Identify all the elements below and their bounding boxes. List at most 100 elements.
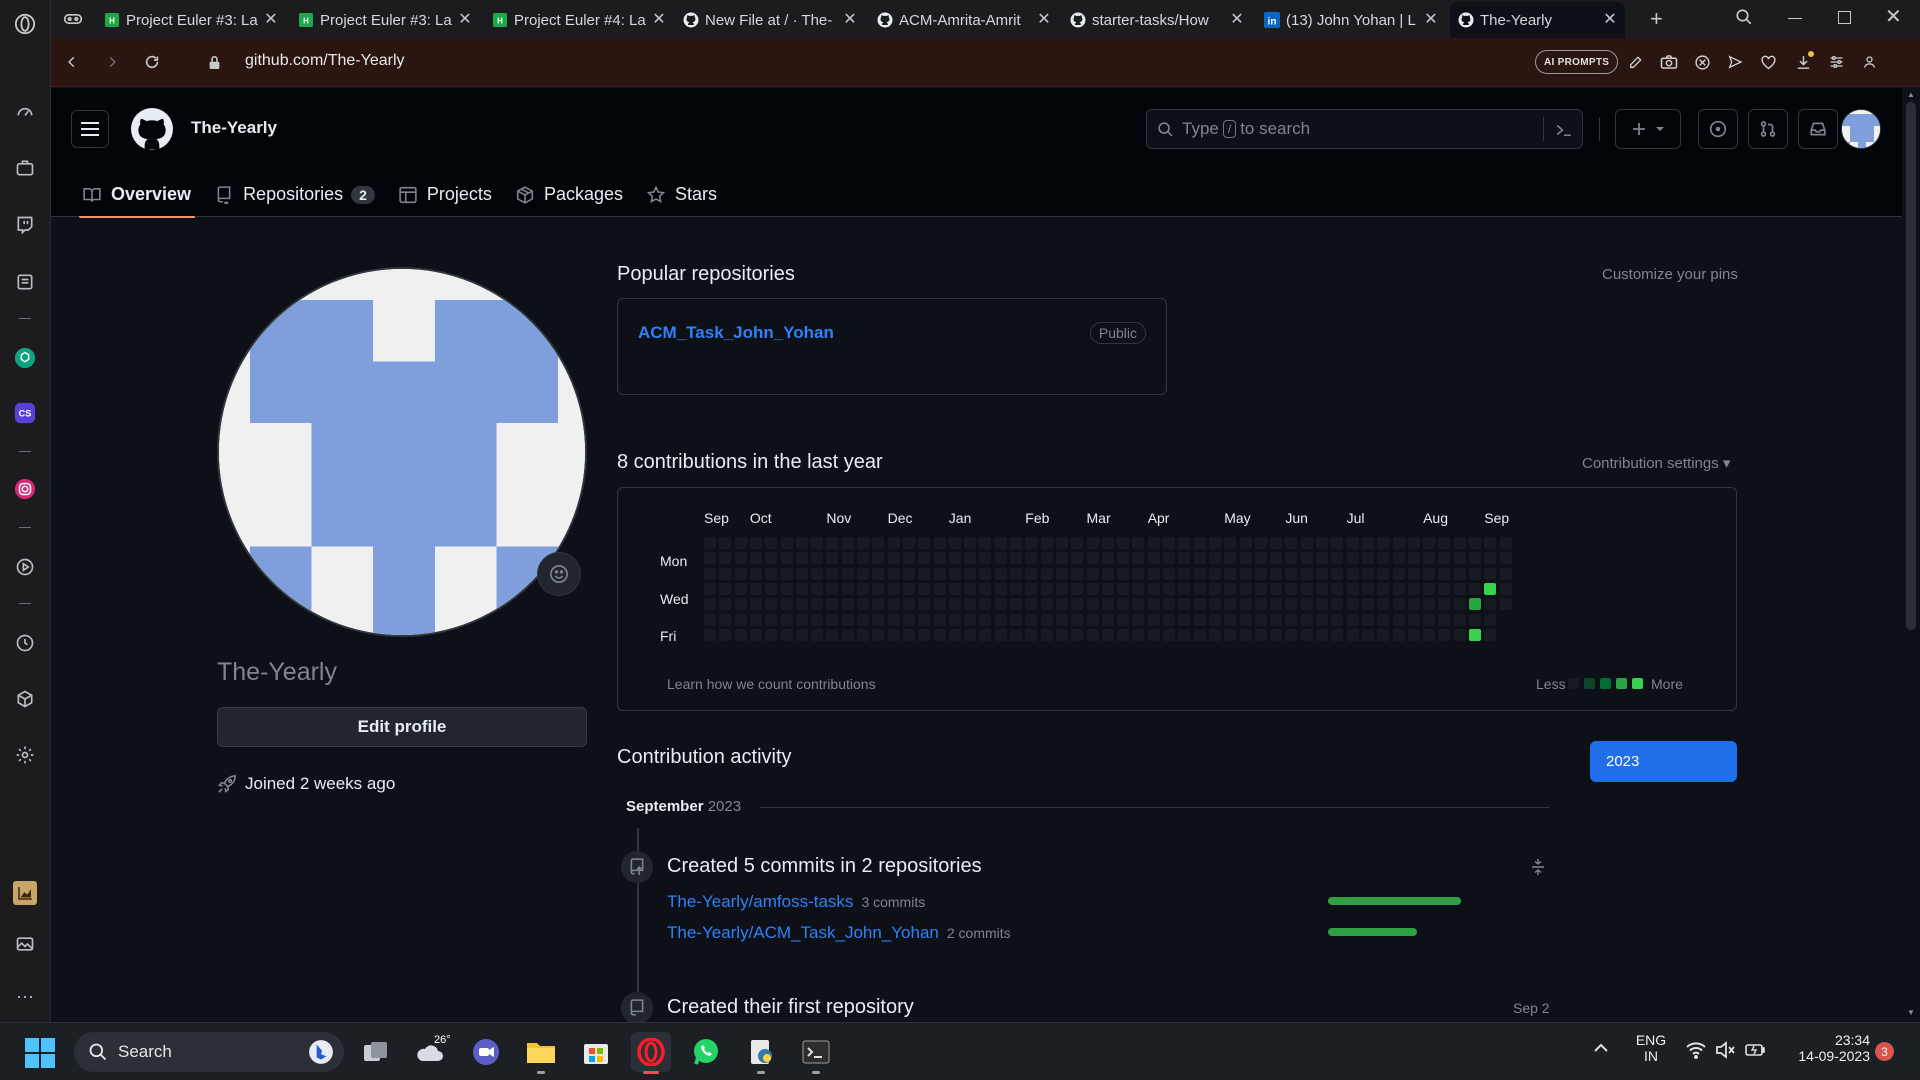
contribution-day[interactable]	[993, 566, 1008, 581]
contribution-day[interactable]	[1024, 566, 1039, 581]
contribution-day[interactable]	[901, 612, 916, 627]
commits-summary[interactable]: Created 5 commits in 2 repositories	[667, 855, 982, 878]
file-explorer-icon[interactable]	[521, 1032, 561, 1074]
contribution-day[interactable]	[947, 566, 962, 581]
contribution-day[interactable]	[1406, 597, 1421, 612]
contribution-day[interactable]	[1177, 612, 1192, 627]
contribution-day[interactable]	[1146, 581, 1161, 596]
contribution-day[interactable]	[856, 627, 870, 642]
contribution-day[interactable]	[1483, 581, 1498, 596]
contribution-day[interactable]	[1284, 597, 1299, 612]
close-icon[interactable]: ✕	[843, 12, 857, 28]
contribution-day[interactable]	[1238, 581, 1253, 596]
contribution-day[interactable]	[978, 551, 993, 566]
contribution-day[interactable]	[1100, 551, 1115, 566]
back-icon[interactable]	[61, 51, 83, 73]
contribution-day[interactable]	[1376, 536, 1391, 550]
contribution-day[interactable]	[1360, 551, 1375, 566]
terminal-icon[interactable]	[796, 1032, 836, 1074]
activity-repo-link[interactable]: The-Yearly/ACM_Task_John_Yohan	[667, 923, 939, 942]
contribution-day[interactable]	[1422, 627, 1437, 642]
contribution-day[interactable]	[963, 627, 978, 642]
microsoft-store-icon[interactable]	[576, 1032, 616, 1072]
contribution-day[interactable]	[901, 551, 916, 566]
contribution-day[interactable]	[733, 536, 748, 550]
contribution-day[interactable]	[1116, 566, 1131, 581]
settings-icon[interactable]	[13, 743, 37, 767]
avatar[interactable]	[1841, 109, 1881, 149]
contribution-day[interactable]	[1360, 566, 1375, 581]
contribution-day[interactable]	[1207, 597, 1222, 612]
contribution-day[interactable]	[1162, 551, 1176, 566]
browser-tab[interactable]: starter-tasks/How ✕	[1070, 5, 1244, 35]
contribution-day[interactable]	[1269, 566, 1284, 581]
close-icon[interactable]: ✕	[1424, 12, 1438, 28]
contribution-day[interactable]	[1009, 551, 1023, 566]
contribution-day[interactable]	[947, 536, 962, 550]
contribution-day[interactable]	[1177, 551, 1192, 566]
contribution-day[interactable]	[1192, 612, 1207, 627]
lock-icon[interactable]	[203, 51, 225, 73]
contribution-day[interactable]	[794, 581, 809, 596]
contribution-day[interactable]	[1223, 566, 1238, 581]
contribution-day[interactable]	[764, 612, 779, 627]
contribution-day[interactable]	[1207, 581, 1222, 596]
contribution-day[interactable]	[1376, 566, 1391, 581]
contribution-day[interactable]	[703, 536, 717, 550]
contribution-day[interactable]	[963, 597, 978, 612]
contribution-day[interactable]	[1085, 597, 1100, 612]
contribution-day[interactable]	[718, 551, 733, 566]
contribution-day[interactable]	[1345, 627, 1360, 642]
contribution-day[interactable]	[779, 597, 794, 612]
contribution-day[interactable]	[1360, 581, 1375, 596]
contribution-day[interactable]	[1223, 612, 1238, 627]
contribution-day[interactable]	[825, 627, 840, 642]
contribution-day[interactable]	[825, 581, 840, 596]
start-icon[interactable]	[25, 1038, 55, 1073]
contribution-day[interactable]	[1345, 551, 1360, 566]
contribution-day[interactable]	[947, 581, 962, 596]
contribution-day[interactable]	[1452, 536, 1467, 550]
weather-icon[interactable]: 26°	[410, 1032, 451, 1072]
contribution-day[interactable]	[764, 627, 779, 642]
contribution-day[interactable]	[1085, 551, 1100, 566]
contribution-day[interactable]	[1009, 566, 1023, 581]
contribution-day[interactable]	[825, 551, 840, 566]
contribution-day[interactable]	[1483, 597, 1498, 612]
contribution-day[interactable]	[1162, 536, 1176, 550]
contribution-day[interactable]	[1376, 612, 1391, 627]
contribution-day[interactable]	[1315, 612, 1329, 627]
contribution-day[interactable]	[718, 581, 733, 596]
contribution-day[interactable]	[1391, 612, 1406, 627]
contribution-day[interactable]	[1468, 581, 1482, 596]
contribution-day[interactable]	[1253, 536, 1268, 550]
contribution-day[interactable]	[1452, 612, 1467, 627]
contribution-day[interactable]	[779, 627, 794, 642]
ai-prompts-button[interactable]: AI PROMPTS	[1535, 50, 1619, 74]
tab-projects[interactable]: Projects	[387, 172, 504, 217]
contribution-day[interactable]	[779, 612, 794, 627]
reload-icon[interactable]	[141, 51, 163, 73]
contribution-day[interactable]	[1146, 597, 1161, 612]
contribution-day[interactable]	[947, 612, 962, 627]
contribution-day[interactable]	[1376, 597, 1391, 612]
contribution-day[interactable]	[703, 566, 717, 581]
inbox-button[interactable]	[1798, 109, 1838, 149]
contribution-day[interactable]	[1284, 536, 1299, 550]
contribution-day[interactable]	[1131, 536, 1146, 550]
wifi-icon[interactable]	[1686, 1041, 1706, 1064]
contribution-day[interactable]	[1330, 612, 1345, 627]
collapse-icon[interactable]	[1530, 858, 1546, 881]
contribution-day[interactable]	[1284, 581, 1299, 596]
contribution-day[interactable]	[1391, 551, 1406, 566]
contribution-day[interactable]	[932, 566, 947, 581]
contribution-day[interactable]	[1100, 536, 1115, 550]
contribution-day[interactable]	[1070, 627, 1085, 642]
contribution-day[interactable]	[917, 627, 932, 642]
contribution-day[interactable]	[764, 536, 779, 550]
notification-badge[interactable]: 3	[1875, 1042, 1894, 1061]
contribution-day[interactable]	[978, 627, 993, 642]
contribution-day[interactable]	[1299, 581, 1314, 596]
contribution-day[interactable]	[810, 581, 825, 596]
tab-packages[interactable]: Packages	[504, 172, 635, 217]
